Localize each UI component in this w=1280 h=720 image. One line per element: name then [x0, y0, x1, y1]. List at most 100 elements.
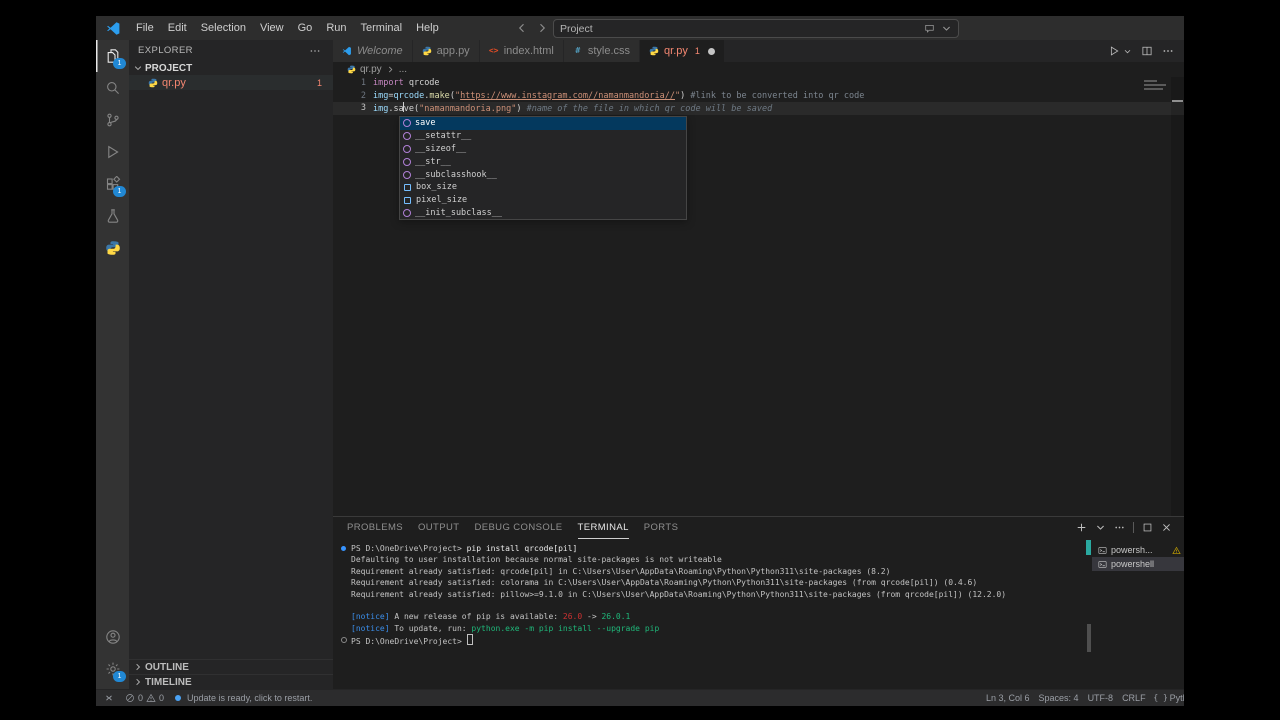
chevron-right-icon [133, 662, 143, 672]
method-icon [403, 144, 411, 153]
tab-index-html[interactable]: <> index.html [479, 40, 564, 62]
panel-tab-terminal[interactable]: TERMINAL [577, 517, 629, 539]
menu-view[interactable]: View [253, 16, 291, 40]
warning-icon [146, 693, 156, 703]
suggest-label: save [415, 118, 436, 129]
tab-qr-py[interactable]: qr.py 1 [640, 40, 725, 62]
terminal-output[interactable]: PS D:\OneDrive\Project> pip install qrco… [333, 538, 1086, 689]
suggest-item-boxsize[interactable]: box_size [400, 181, 686, 194]
menu-go[interactable]: Go [291, 16, 320, 40]
python-file-icon [347, 65, 356, 74]
explorer-more-actions-icon[interactable] [309, 45, 321, 57]
tab-style-css[interactable]: # style.css [563, 40, 641, 62]
tab-app-py[interactable]: app.py [412, 40, 480, 62]
panel-tab-output[interactable]: OUTPUT [418, 517, 459, 539]
editor-more-actions-button[interactable] [1162, 45, 1174, 57]
status-language-mode[interactable]: { }Python [1153, 693, 1184, 703]
vscode-logo-icon [106, 21, 121, 36]
method-icon [403, 170, 411, 179]
activity-item-testing[interactable] [96, 200, 129, 232]
minimap[interactable] [1144, 80, 1170, 92]
activity-item-extensions[interactable]: 1 [96, 168, 129, 200]
suggest-item-setattr[interactable]: __setattr__ [400, 130, 686, 143]
close-panel-button[interactable] [1161, 522, 1172, 533]
sidebar-section-outline[interactable]: OUTLINE [129, 659, 333, 674]
activity-item-settings[interactable]: 1 [96, 653, 129, 685]
status-eol[interactable]: CRLF [1122, 693, 1146, 703]
panel-tab-ports[interactable]: PORTS [644, 517, 679, 539]
command-decoration-icon[interactable] [341, 637, 347, 644]
run-python-file-button[interactable] [1108, 45, 1120, 57]
suggest-item-subclasshook[interactable]: __subclasshook__ [400, 168, 686, 181]
panel-more-actions-button[interactable] [1114, 522, 1125, 533]
beaker-icon [105, 208, 121, 224]
remote-indicator[interactable] [104, 693, 114, 703]
run-dropdown-button[interactable] [1123, 47, 1132, 56]
code-editor[interactable]: 1 import qrcode 2 img=qrcode.make("https://… [333, 77, 1184, 516]
source-control-icon [105, 112, 121, 128]
project-folder-row[interactable]: PROJECT [129, 61, 333, 75]
status-cursor-position[interactable]: Ln 3, Col 6 [986, 693, 1030, 703]
activity-item-run-and-debug[interactable] [96, 136, 129, 168]
vscode-window: File Edit Selection View Go Run Terminal Help P… [96, 16, 1184, 706]
activity-item-search[interactable] [96, 72, 129, 104]
file-item-qr.py[interactable]: qr.py 1 [129, 75, 333, 90]
activity-item-accounts[interactable] [96, 621, 129, 653]
problems-status[interactable]: 0 0 [125, 693, 164, 703]
command-decoration-icon[interactable] [341, 546, 346, 551]
back-icon[interactable] [516, 22, 528, 34]
terminal-instance-powersh[interactable]: powersh... [1092, 543, 1184, 557]
menu-run[interactable]: Run [319, 16, 353, 40]
maximize-panel-button[interactable] [1142, 522, 1153, 533]
html-icon: <> [488, 46, 499, 55]
tab-welcome[interactable]: Welcome [333, 40, 413, 62]
update-notification[interactable]: Update is ready, click to restart. [175, 693, 312, 703]
separator [1133, 522, 1134, 533]
terminal-scrollbar[interactable] [1086, 538, 1092, 689]
section-label: OUTLINE [145, 661, 189, 673]
activity-item-python-extension[interactable] [96, 232, 129, 264]
new-terminal-button[interactable] [1076, 522, 1087, 533]
menu-file[interactable]: File [129, 16, 161, 40]
status-indentation[interactable]: Spaces: 4 [1039, 693, 1079, 703]
suggest-item-sizeof[interactable]: __sizeof__ [400, 143, 686, 156]
workbench: 1 1 1 EXPLORER PROJECT qr.py 1 OUTLINE TIMEL… [96, 40, 1184, 689]
menu-terminal[interactable]: Terminal [354, 16, 410, 40]
terminal-launch-dropdown[interactable] [1095, 522, 1106, 533]
line-number: 2 [360, 90, 366, 101]
sidebar-section-timeline[interactable]: TIMELINE [129, 674, 333, 689]
suggest-item-pixelsize[interactable]: pixel_size [400, 194, 686, 207]
sidebar-title: EXPLORER [138, 45, 193, 56]
suggest-item-save[interactable]: save [400, 117, 686, 130]
panel-tab-debug-console[interactable]: DEBUG CONSOLE [474, 517, 562, 539]
terminal-icon [1098, 546, 1107, 555]
menu-edit[interactable]: Edit [161, 16, 194, 40]
desktop: { "titlebar": { "menus": ["File", "Edit"… [0, 0, 1280, 720]
command-center-search[interactable]: Project [553, 19, 959, 38]
chevron-down-icon[interactable] [941, 23, 952, 34]
chat-icon[interactable] [924, 23, 935, 34]
suggest-label: __sizeof__ [415, 143, 467, 154]
menu-help[interactable]: Help [409, 16, 446, 40]
badge: 1 [113, 671, 126, 682]
tab-label: style.css [587, 45, 631, 57]
dirty-indicator-icon[interactable] [707, 47, 715, 55]
suggest-item-initsubclass[interactable]: __init_subclass__ [400, 207, 686, 220]
breadcrumb[interactable]: qr.py ... [333, 62, 1184, 77]
chevron-right-icon [133, 677, 143, 687]
split-editor-button[interactable] [1141, 45, 1153, 57]
terminal-instance-powershell[interactable]: powershell [1092, 557, 1184, 571]
suggest-item-str[interactable]: __str__ [400, 155, 686, 168]
activity-item-explorer[interactable]: 1 [96, 40, 129, 72]
panel-tab-problems[interactable]: PROBLEMS [347, 517, 403, 539]
menu-selection[interactable]: Selection [194, 16, 253, 40]
error-icon [125, 693, 135, 703]
terminal-label: powersh... [1111, 545, 1153, 555]
file-name: qr.py [162, 76, 186, 89]
status-encoding[interactable]: UTF-8 [1088, 693, 1114, 703]
forward-icon[interactable] [536, 22, 548, 34]
tab-label: app.py [436, 45, 470, 57]
activity-item-source-control[interactable] [96, 104, 129, 136]
editor-scrollbar[interactable] [1171, 77, 1184, 516]
suggest-label: pixel_size [416, 195, 468, 206]
